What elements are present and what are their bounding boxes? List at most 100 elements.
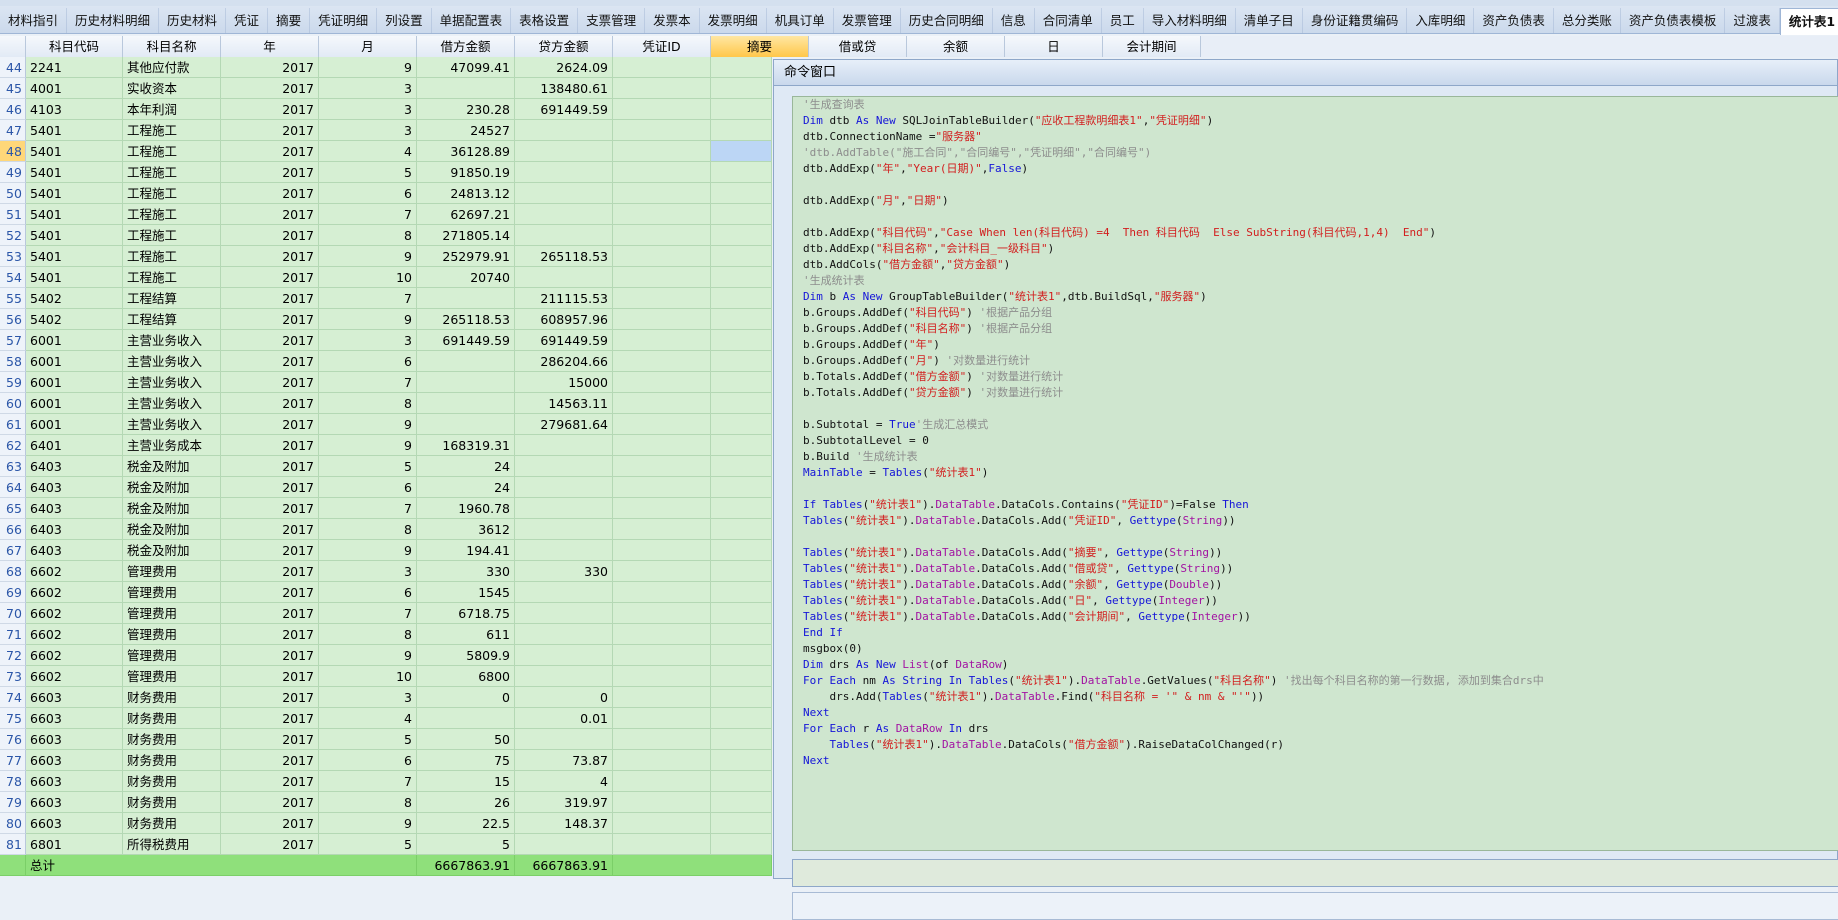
cell-code[interactable]: 6602 xyxy=(26,624,123,645)
tab-2[interactable]: 历史材料 xyxy=(159,8,227,34)
cell-debit[interactable]: 265118.53 xyxy=(417,309,515,330)
tab-14[interactable]: 历史合同明细 xyxy=(901,8,993,34)
cell-name[interactable]: 本年利润 xyxy=(123,99,221,120)
cell-credit[interactable] xyxy=(515,603,613,624)
cell-credit[interactable] xyxy=(515,162,613,183)
tab-8[interactable]: 表格设置 xyxy=(511,8,579,34)
cell-credit[interactable] xyxy=(515,267,613,288)
cell-credit[interactable] xyxy=(515,645,613,666)
cell-month[interactable]: 10 xyxy=(319,267,417,288)
cell-year[interactable]: 2017 xyxy=(221,330,319,351)
cell-month[interactable]: 3 xyxy=(319,120,417,141)
cell-code[interactable]: 6603 xyxy=(26,687,123,708)
table-row[interactable]: 58 6001 主营业务收入 2017 6 286204.66 xyxy=(0,351,772,372)
cell-code[interactable]: 5401 xyxy=(26,120,123,141)
tab-21[interactable]: 入库明细 xyxy=(1407,8,1475,34)
row-number[interactable]: 81 xyxy=(0,834,26,855)
tab-17[interactable]: 员工 xyxy=(1102,8,1144,34)
cell-year[interactable]: 2017 xyxy=(221,834,319,855)
cell-name[interactable]: 管理费用 xyxy=(123,561,221,582)
cell-code[interactable]: 6001 xyxy=(26,330,123,351)
cell-debit[interactable]: 22.5 xyxy=(417,813,515,834)
tab-10[interactable]: 发票本 xyxy=(645,8,700,34)
cell-code[interactable]: 6603 xyxy=(26,750,123,771)
cell-year[interactable]: 2017 xyxy=(221,162,319,183)
cell-credit[interactable]: 211115.53 xyxy=(515,288,613,309)
tab-26[interactable]: 统计表1 xyxy=(1779,8,1838,35)
column-header-10[interactable]: 日 xyxy=(1005,36,1103,57)
cell-year[interactable]: 2017 xyxy=(221,624,319,645)
cell-code[interactable]: 6603 xyxy=(26,708,123,729)
cell-name[interactable]: 工程施工 xyxy=(123,204,221,225)
cell-code[interactable]: 6603 xyxy=(26,813,123,834)
cell-year[interactable]: 2017 xyxy=(221,645,319,666)
cell-debit[interactable]: 3612 xyxy=(417,519,515,540)
cell-debit[interactable] xyxy=(417,393,515,414)
cell-year[interactable]: 2017 xyxy=(221,393,319,414)
cell-year[interactable]: 2017 xyxy=(221,141,319,162)
row-number[interactable]: 45 xyxy=(0,78,26,99)
cell-name[interactable]: 其他应付款 xyxy=(123,57,221,78)
cell-code[interactable]: 6602 xyxy=(26,561,123,582)
cell-year[interactable]: 2017 xyxy=(221,435,319,456)
total-row[interactable]: 总计 6667863.91 6667863.91 xyxy=(0,855,772,876)
table-row[interactable]: 56 5402 工程结算 2017 9 265118.53 608957.96 xyxy=(0,309,772,330)
cell-credit[interactable]: 4 xyxy=(515,771,613,792)
cell-name[interactable]: 主营业务收入 xyxy=(123,351,221,372)
command-input[interactable] xyxy=(792,859,1838,887)
cell-summary[interactable] xyxy=(711,645,772,666)
cell-voucher-id[interactable] xyxy=(613,99,711,120)
cell-year[interactable]: 2017 xyxy=(221,519,319,540)
tab-19[interactable]: 清单子目 xyxy=(1236,8,1303,34)
tab-0[interactable]: 材料指引 xyxy=(0,8,68,34)
cell-credit[interactable] xyxy=(515,582,613,603)
table-row[interactable]: 51 5401 工程施工 2017 7 62697.21 xyxy=(0,204,772,225)
cell-debit[interactable]: 24 xyxy=(417,477,515,498)
cell-debit[interactable]: 24813.12 xyxy=(417,183,515,204)
cell-voucher-id[interactable] xyxy=(613,645,711,666)
cell-name[interactable]: 管理费用 xyxy=(123,624,221,645)
cell-month[interactable]: 9 xyxy=(319,57,417,78)
tab-13[interactable]: 发票管理 xyxy=(834,8,901,34)
cell-voucher-id[interactable] xyxy=(613,78,711,99)
cell-debit[interactable]: 271805.14 xyxy=(417,225,515,246)
table-row[interactable]: 49 5401 工程施工 2017 5 91850.19 xyxy=(0,162,772,183)
cell-month[interactable]: 9 xyxy=(319,414,417,435)
table-row[interactable]: 74 6603 财务费用 2017 3 0 0 xyxy=(0,687,772,708)
table-row[interactable]: 62 6401 主营业务成本 2017 9 168319.31 xyxy=(0,435,772,456)
column-header-9[interactable]: 余额 xyxy=(907,36,1005,57)
cell-debit[interactable]: 75 xyxy=(417,750,515,771)
cell-code[interactable]: 6602 xyxy=(26,666,123,687)
cell-summary[interactable] xyxy=(711,57,772,78)
row-number[interactable]: 57 xyxy=(0,330,26,351)
row-number[interactable]: 49 xyxy=(0,162,26,183)
cell-year[interactable]: 2017 xyxy=(221,120,319,141)
cell-voucher-id[interactable] xyxy=(613,834,711,855)
cell-credit[interactable] xyxy=(515,435,613,456)
cell-year[interactable]: 2017 xyxy=(221,477,319,498)
row-number[interactable]: 67 xyxy=(0,540,26,561)
cell-voucher-id[interactable] xyxy=(613,57,711,78)
tab-16[interactable]: 合同清单 xyxy=(1035,8,1102,34)
row-number-header[interactable] xyxy=(0,36,26,57)
cell-credit[interactable]: 0 xyxy=(515,687,613,708)
row-number[interactable]: 74 xyxy=(0,687,26,708)
cell-code[interactable]: 4001 xyxy=(26,78,123,99)
cell-name[interactable]: 工程施工 xyxy=(123,120,221,141)
cell-voucher-id[interactable] xyxy=(613,120,711,141)
cell-name[interactable]: 管理费用 xyxy=(123,603,221,624)
cell-summary[interactable] xyxy=(711,246,772,267)
cell-name[interactable]: 工程施工 xyxy=(123,183,221,204)
cell-month[interactable]: 3 xyxy=(319,330,417,351)
table-row[interactable]: 67 6403 税金及附加 2017 9 194.41 xyxy=(0,540,772,561)
column-header-4[interactable]: 借方金额 xyxy=(417,36,515,57)
cell-code[interactable]: 6603 xyxy=(26,771,123,792)
column-header-0[interactable]: 科目代码 xyxy=(26,36,123,57)
cell-voucher-id[interactable] xyxy=(613,204,711,225)
row-number[interactable]: 54 xyxy=(0,267,26,288)
cell-month[interactable]: 9 xyxy=(319,813,417,834)
cell-credit[interactable] xyxy=(515,204,613,225)
cell-summary[interactable] xyxy=(711,351,772,372)
column-header-3[interactable]: 月 xyxy=(319,36,417,57)
cell-summary[interactable] xyxy=(711,120,772,141)
